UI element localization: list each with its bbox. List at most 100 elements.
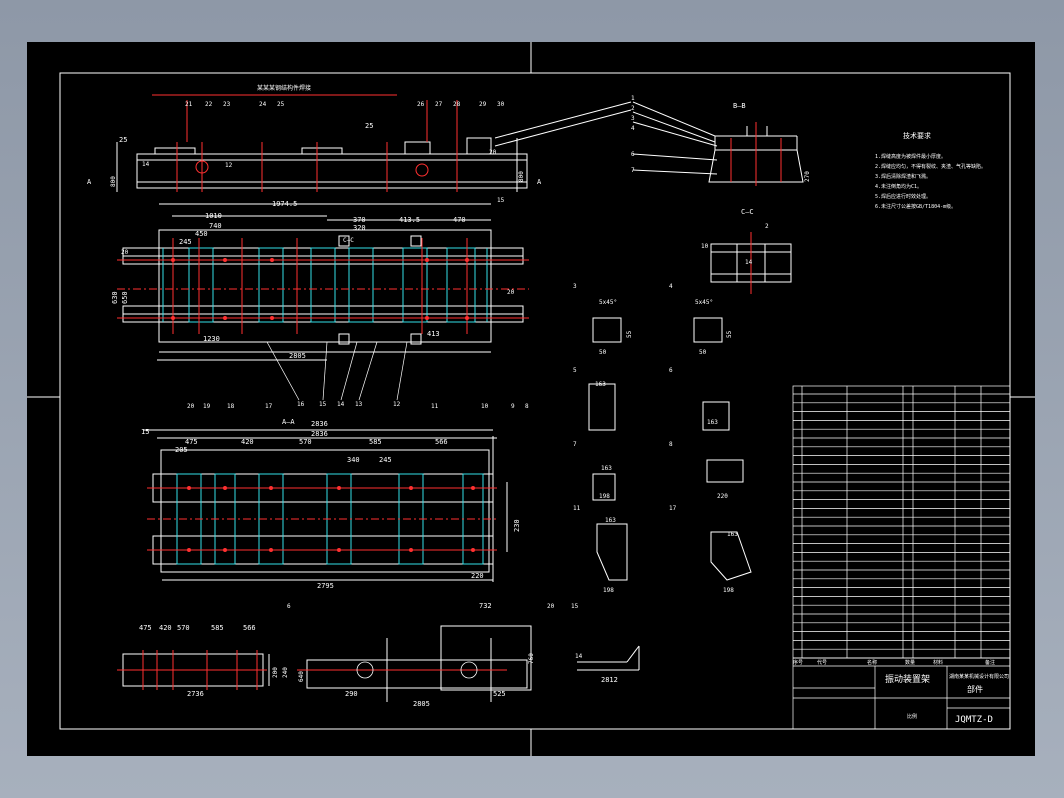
balloon-3: 3 bbox=[573, 283, 577, 290]
dim-163-e: 163 bbox=[727, 531, 738, 538]
balloon-30: 30 bbox=[497, 101, 505, 108]
dim-163-a: 163 bbox=[595, 381, 606, 388]
balloon-6-bb: 6 bbox=[631, 151, 635, 158]
dim-1974-5: 1974.5 bbox=[272, 200, 297, 208]
dim-15-b: 15 bbox=[141, 428, 149, 436]
dim-163-b: 163 bbox=[707, 419, 718, 426]
balloon-27: 27 bbox=[435, 101, 443, 108]
dim-566-b: 566 bbox=[243, 624, 256, 632]
balloon-6: 6 bbox=[669, 367, 673, 374]
dim-14-a: 14 bbox=[142, 161, 150, 168]
balloon-24: 24 bbox=[259, 101, 267, 108]
header-material: 材料 bbox=[933, 659, 943, 666]
dim-1010: 1010 bbox=[205, 212, 222, 220]
dim-220: 220 bbox=[471, 572, 484, 580]
dim-585-b: 585 bbox=[211, 624, 224, 632]
dim-95-row: 475 bbox=[139, 624, 152, 632]
dim-200: 200 bbox=[272, 667, 279, 678]
dim-20-b: 20 bbox=[121, 249, 129, 256]
balloon-13: 13 bbox=[355, 401, 363, 408]
dim-800-left: 800 bbox=[110, 176, 117, 187]
dim-370: 370 bbox=[353, 216, 366, 224]
tech-line-2: 2.焊缝应均匀，不得有裂纹、夹渣、气孔等缺陷。 bbox=[875, 163, 986, 170]
dim-2805: 2805 bbox=[289, 352, 306, 360]
balloon-11: 11 bbox=[431, 403, 439, 410]
tech-title: 技术要求 bbox=[903, 131, 931, 140]
dim-732: 732 bbox=[479, 602, 492, 610]
sheet-label: 部件 bbox=[967, 684, 983, 694]
balloon-16: 16 bbox=[297, 401, 305, 408]
dim-205: 205 bbox=[175, 446, 188, 454]
balloon-17: 17 bbox=[265, 403, 273, 410]
balloon-21: 21 bbox=[185, 101, 193, 108]
dim-2836: 2836 bbox=[311, 420, 328, 428]
balloon-5: 5 bbox=[573, 367, 577, 374]
dim-245-b: 245 bbox=[379, 456, 392, 464]
dim-566: 566 bbox=[435, 438, 448, 446]
tech-line-6: 6.未注尺寸公差按GB/T1804-m级。 bbox=[875, 203, 956, 210]
dim-450: 450 bbox=[195, 230, 208, 238]
balloon-4-bb: 4 bbox=[631, 125, 635, 132]
front-elevation-view: 某某某钢结构件焊接 A A 800 800 25 25 12 14 15 20 … bbox=[87, 84, 632, 204]
technical-requirements: 技术要求 1.焊缝高度为被焊件最小厚度。 2.焊缝应均匀，不得有裂纹、夹渣、气孔… bbox=[875, 131, 986, 210]
dim-630: 630 bbox=[111, 291, 119, 304]
tech-line-4: 4.未注倒角均为C1。 bbox=[875, 183, 922, 190]
dim-14-c: 14 bbox=[745, 259, 753, 266]
company-name: 湖南某某机械设计有限公司 bbox=[949, 673, 1009, 680]
dim-12: 12 bbox=[225, 162, 233, 169]
dim-5x45-b: 5x45° bbox=[695, 299, 713, 306]
dim-230: 230 bbox=[513, 519, 521, 532]
balloon-9: 9 bbox=[511, 403, 515, 410]
header-code: 代号 bbox=[817, 659, 827, 666]
balloon-7: 7 bbox=[573, 441, 577, 448]
section-cc-view: C—C 10 14 2 bbox=[701, 208, 792, 294]
dim-55-b: 55 bbox=[726, 330, 733, 338]
dim-20-a: 20 bbox=[489, 149, 497, 156]
dim-340: 340 bbox=[347, 456, 360, 464]
balloon-7-bb: 7 bbox=[631, 167, 635, 174]
drawing-number: JQMTZ-D bbox=[955, 715, 993, 725]
dim-2795: 2795 bbox=[317, 582, 334, 590]
dim-760: 760 bbox=[528, 653, 535, 664]
dim-640: 640 bbox=[298, 671, 305, 682]
balloon-29: 29 bbox=[479, 101, 487, 108]
dim-163-d: 163 bbox=[605, 517, 616, 524]
dim-290: 290 bbox=[345, 690, 358, 698]
dim-55-a: 55 bbox=[626, 330, 633, 338]
section-bb-label: B—B bbox=[733, 102, 746, 110]
balloon-15: 15 bbox=[319, 401, 327, 408]
balloon-18: 18 bbox=[227, 403, 235, 410]
dim-50-a: 50 bbox=[599, 349, 607, 356]
dim-198-a: 198 bbox=[599, 493, 610, 500]
balloon-15-bottom: 15 bbox=[571, 603, 579, 610]
header-name: 名称 bbox=[867, 659, 877, 666]
dim-2705: 2805 bbox=[413, 700, 430, 708]
dim-525: 525 bbox=[493, 690, 506, 698]
cad-drawing: 某某某钢结构件焊接 A A 800 800 25 25 12 14 15 20 … bbox=[27, 42, 1035, 756]
section-bb-view: B—B 1 2 3 4 6 7 270 bbox=[631, 95, 811, 186]
balloon-22: 22 bbox=[205, 101, 213, 108]
dim-475: 475 bbox=[185, 438, 198, 446]
dim-240: 240 bbox=[282, 667, 289, 678]
ref-a-right: A bbox=[537, 178, 542, 186]
dim-50-b: 50 bbox=[699, 349, 707, 356]
dim-20-c: 20 bbox=[507, 289, 515, 296]
drawing-sheet: 某某某钢结构件焊接 A A 800 800 25 25 12 14 15 20 … bbox=[27, 42, 1035, 756]
balloon-23: 23 bbox=[223, 101, 231, 108]
section-c-mark-top: C—C bbox=[343, 237, 354, 244]
dim-25-b: 25 bbox=[365, 122, 373, 130]
dim-220-b: 220 bbox=[717, 493, 728, 500]
tech-line-5: 5.焊后应进行时效处理。 bbox=[875, 193, 931, 200]
part-details bbox=[588, 317, 752, 581]
balloon-12: 12 bbox=[393, 401, 401, 408]
balloon-3-bb: 3 bbox=[631, 115, 635, 122]
dim-10: 10 bbox=[701, 243, 709, 250]
balloon-8-detail: 8 bbox=[669, 441, 673, 448]
bottom-detail-parts: 2736 475 420 570 585 566 200 240 640 290… bbox=[117, 602, 640, 708]
dim-740: 740 bbox=[209, 222, 222, 230]
balloon-20: 20 bbox=[187, 403, 195, 410]
dim-245: 245 bbox=[179, 238, 192, 246]
dim-470: 470 bbox=[453, 216, 466, 224]
plan-view: 1974.5 1010 740 450 245 370 320 413.5 47… bbox=[111, 200, 529, 408]
header-seq: 序号 bbox=[793, 659, 803, 666]
